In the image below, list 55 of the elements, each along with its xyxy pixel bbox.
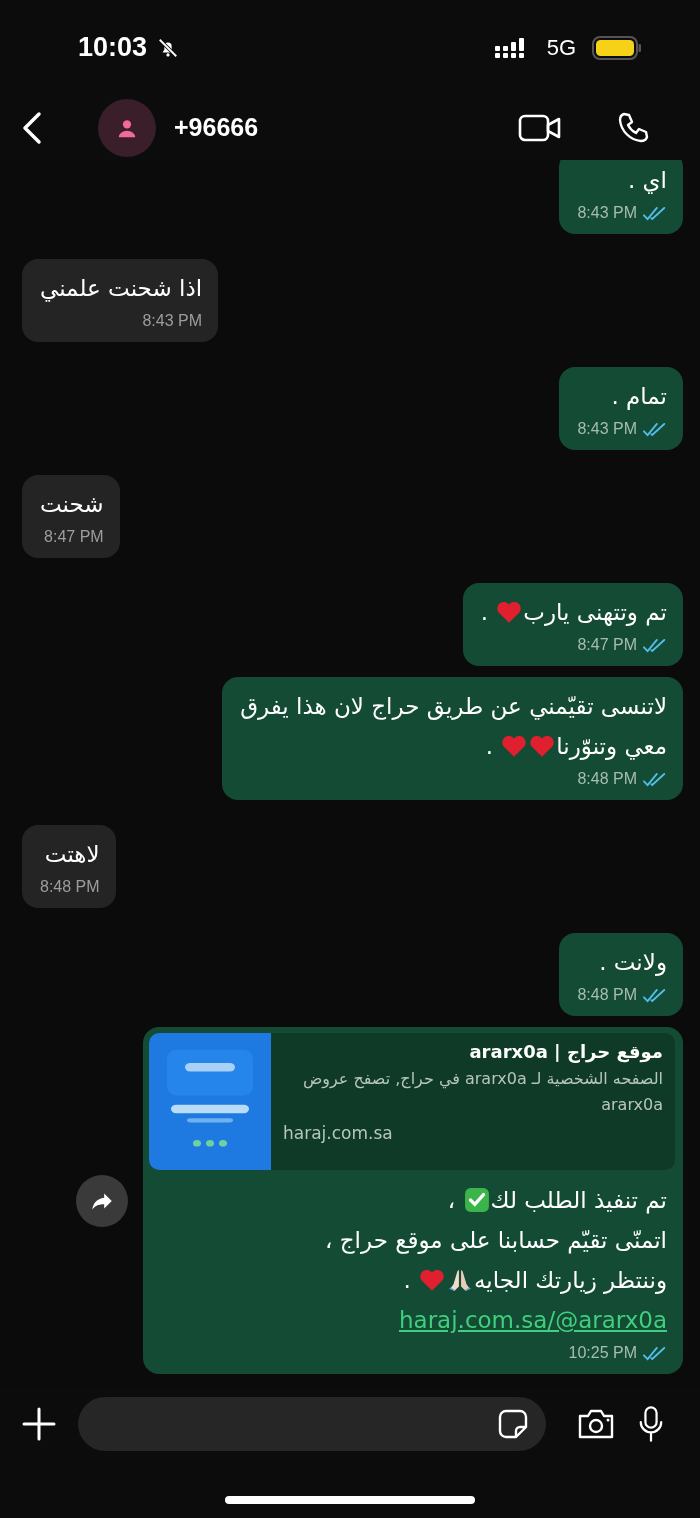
contact-name[interactable]: +96666 [174,113,259,142]
profile-link[interactable]: haraj.com.sa/@ararx0a [399,1307,667,1333]
message-text: . [485,733,494,759]
heart-icon [529,733,556,759]
message-text: اذا شحنت علمني [40,275,203,301]
video-call-icon[interactable] [518,112,562,143]
read-ticks-icon [643,771,667,787]
message-time: 8:48 PM [40,878,100,896]
message-text: لاتنسى تقيّمني عن طريق حراج لان هذا يفرق [240,693,667,719]
message-text: شحنت [40,491,104,517]
camera-icon[interactable] [576,1408,616,1440]
message-text: تم وتتهنى يارب [523,599,667,625]
message-time: 8:48 PM [577,770,637,788]
checkbox-icon [463,1187,490,1213]
forward-button[interactable] [76,1174,128,1227]
plus-icon[interactable] [22,1407,56,1441]
read-ticks-icon [643,1345,667,1361]
message-text: لاهتت [44,841,100,867]
bell-muted-icon [157,36,180,59]
read-ticks-icon [643,637,667,653]
status-time: 10:03 [78,32,148,63]
praying-hands-icon [447,1267,474,1293]
message-text: معي وتنوّرنا [556,733,667,759]
sticker-icon[interactable] [498,1409,528,1439]
message-time: 10:25 PM [568,1344,637,1362]
read-ticks-icon [643,205,667,221]
message-time: 8:47 PM [44,528,104,546]
message-time: 8:43 PM [577,204,637,222]
message-text: . [403,1267,412,1293]
message-text: اتمنّى تقيّم حسابنا على موقع حراج ، [325,1227,667,1253]
heart-icon [501,733,528,759]
message-text: . [480,599,489,625]
phone-icon[interactable] [616,110,650,145]
message-field[interactable] [78,1397,546,1451]
message-text: ولانت . [599,949,667,975]
back-icon[interactable] [22,110,42,145]
message-time: 8:43 PM [142,312,203,330]
battery-icon [592,35,642,60]
message-text: تمام . [611,383,667,409]
read-ticks-icon [643,987,667,1003]
message-time: 8:48 PM [577,986,637,1004]
microphone-icon[interactable] [638,1405,664,1443]
heart-icon [419,1267,446,1293]
network-type: 5G [546,34,576,61]
message-text: وننتظر زيارتك الجايه [474,1267,667,1293]
message-time: 8:47 PM [577,636,637,654]
preview-title: موقع حراج | ararx0a [469,1040,663,1065]
read-ticks-icon [643,421,667,437]
message-text: ، [447,1187,457,1213]
message-text: تم تنفيذ الطلب لك [490,1187,667,1213]
message-time: 8:43 PM [577,420,637,438]
heart-icon [496,599,523,625]
preview-domain: haraj.com.sa [283,1123,393,1143]
message-text: اي . [628,167,667,193]
preview-description: الصفحه الشخصية لـ ararx0a في حراج, تصفح عروض ararx0a [301,1068,663,1116]
